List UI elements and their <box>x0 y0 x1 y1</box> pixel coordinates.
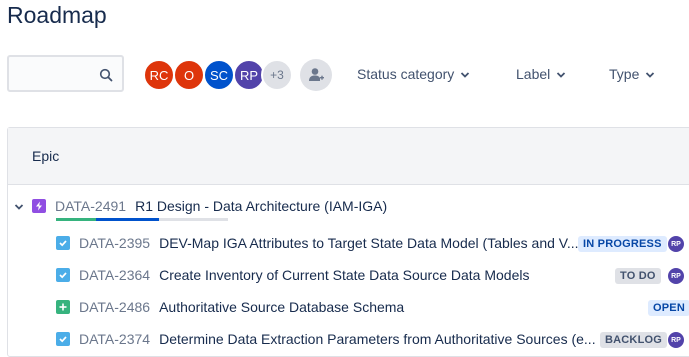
status-category-filter-label: Status category <box>357 66 455 82</box>
issue-key[interactable]: DATA-2486 <box>79 299 150 315</box>
issue-summary: R1 Design - Data Architecture (IAM-IGA) <box>135 198 388 214</box>
task-icon <box>56 332 70 346</box>
label-filter[interactable]: Label <box>516 66 566 82</box>
issue-key[interactable]: DATA-2395 <box>79 235 150 251</box>
chevron-down-icon <box>646 71 655 78</box>
epic-row[interactable]: DATA-2491 R1 Design - Data Architecture … <box>8 194 608 218</box>
status-badge[interactable]: BACKLOG <box>600 332 668 348</box>
status-badge[interactable]: OPEN <box>648 300 689 316</box>
story-icon <box>56 300 70 314</box>
issue-key[interactable]: DATA-2374 <box>79 331 150 347</box>
assignee-avatar[interactable]: RP <box>668 332 684 348</box>
assignee-avatar[interactable]: RP <box>668 236 684 252</box>
page-title: Roadmap <box>7 2 107 28</box>
issue-row[interactable]: DATA-2395 DEV-Map IGA Attributes to Targ… <box>56 231 656 255</box>
chevron-down-icon <box>557 71 566 78</box>
epic-progress-bar <box>56 218 228 221</box>
status-badge[interactable]: IN PROGRESS <box>578 236 667 252</box>
status-category-filter[interactable]: Status category <box>357 66 470 82</box>
issue-key[interactable]: DATA-2364 <box>79 267 150 283</box>
avatar[interactable]: RC <box>143 59 175 91</box>
avatar[interactable]: O <box>173 59 205 91</box>
column-header-label: Epic <box>32 148 60 164</box>
issue-row[interactable]: DATA-2374 Determine Data Extraction Para… <box>56 327 656 351</box>
search-icon <box>99 68 113 82</box>
task-icon <box>56 268 70 282</box>
issue-row[interactable]: DATA-2364 Create Inventory of Current St… <box>56 263 656 287</box>
assignee-avatar[interactable]: RP <box>668 268 684 284</box>
issue-row[interactable]: DATA-2486 Authoritative Source Database … <box>56 295 656 319</box>
type-filter[interactable]: Type <box>609 66 655 82</box>
chevron-down-icon <box>461 71 470 78</box>
issue-key[interactable]: DATA-2491 <box>55 198 126 214</box>
add-person-icon <box>309 68 324 81</box>
task-icon <box>56 236 70 250</box>
column-header: Epic <box>8 128 689 185</box>
roadmap-table: Epic DATA-2491 R1 Design - Data Architec… <box>7 127 689 357</box>
avatar[interactable]: SC <box>203 59 235 91</box>
chevron-down-icon[interactable] <box>14 203 24 211</box>
type-filter-label: Type <box>609 66 640 82</box>
issue-summary: Authoritative Source Database Schema <box>159 299 405 315</box>
add-people-button[interactable] <box>300 59 332 91</box>
epic-icon <box>32 199 46 213</box>
issue-summary: Create Inventory of Current State Data S… <box>159 267 530 283</box>
issue-summary: DEV-Map IGA Attributes to Target State D… <box>159 235 579 251</box>
issue-summary: Determine Data Extraction Parameters fro… <box>159 331 596 347</box>
status-badge[interactable]: TO DO <box>615 268 661 284</box>
search-input[interactable] <box>7 55 124 92</box>
label-filter-label: Label <box>516 66 551 82</box>
avatar-overflow[interactable]: +3 <box>261 59 293 91</box>
